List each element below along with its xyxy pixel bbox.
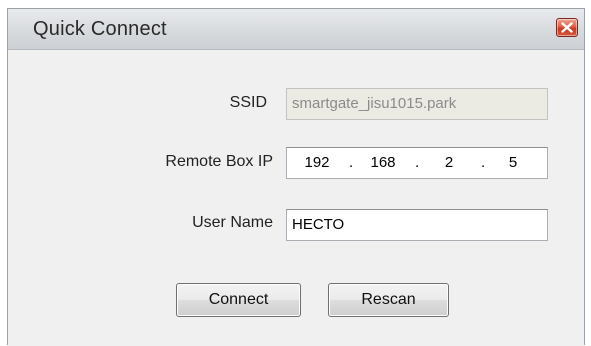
remote-box-ip-label: Remote Box IP (165, 153, 273, 170)
dialog-body: SSID smartgate_jisu1015.park Remote Box … (8, 50, 584, 346)
ssid-field: smartgate_jisu1015.park (286, 88, 548, 120)
user-name-label: User Name (192, 214, 273, 231)
quick-connect-dialog: Quick Connect SSID smartgate_jisu1015.pa… (7, 8, 585, 346)
ip-separator-1: . (349, 154, 354, 171)
title-bar[interactable]: Quick Connect (8, 9, 584, 50)
close-button[interactable] (556, 18, 578, 37)
ssid-label: SSID (229, 94, 267, 111)
close-icon (561, 22, 573, 33)
user-name-input[interactable]: HECTO (286, 209, 548, 241)
ip-separator-3: . (481, 154, 486, 171)
connect-button[interactable]: Connect (176, 283, 301, 317)
remote-box-ip-field[interactable]: 192 . 168 . 2 . 5 (286, 147, 548, 179)
ip-octet-3[interactable]: 2 (431, 148, 467, 178)
rescan-button[interactable]: Rescan (328, 283, 449, 317)
ip-octet-2[interactable]: 168 (365, 148, 401, 178)
ip-octet-1[interactable]: 192 (299, 148, 335, 178)
ip-octet-4[interactable]: 5 (495, 148, 531, 178)
dialog-title: Quick Connect (33, 18, 167, 40)
ip-separator-2: . (415, 154, 420, 171)
